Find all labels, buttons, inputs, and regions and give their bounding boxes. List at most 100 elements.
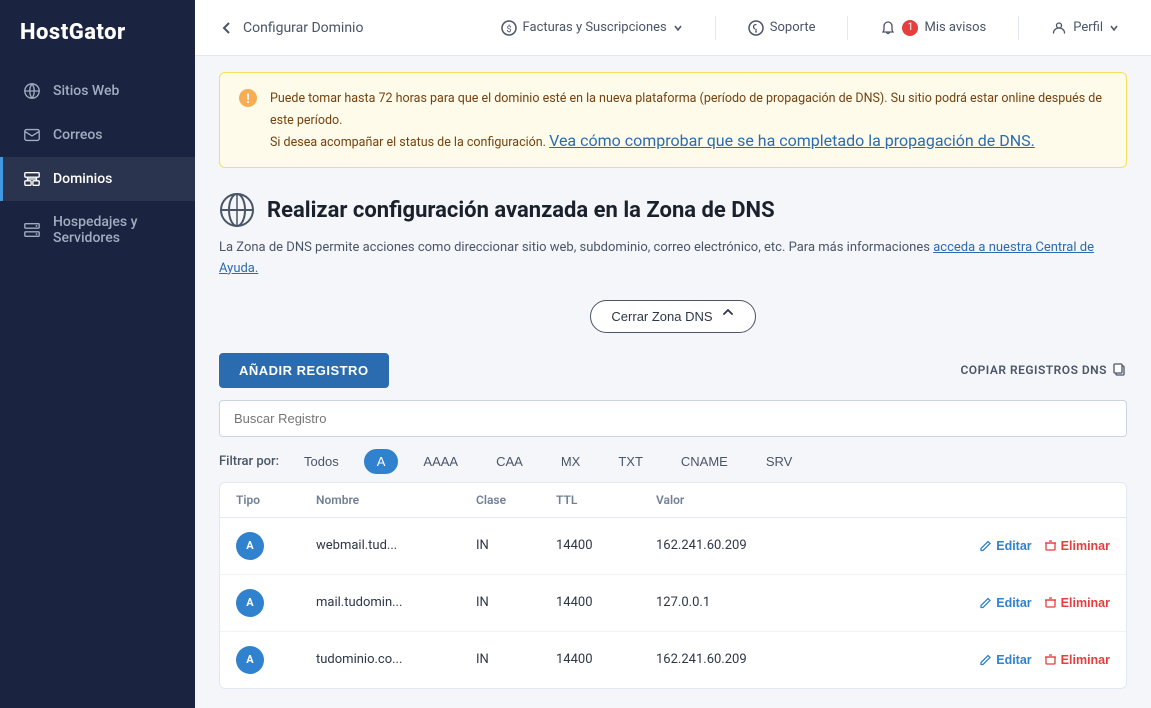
domain-icon	[23, 170, 41, 188]
globe-dns-icon	[219, 192, 255, 228]
filter-aaaa[interactable]: AAAA	[410, 449, 471, 474]
edit-button[interactable]: Editar	[979, 653, 1031, 667]
filter-row: Filtrar por: Todos A AAAA CAA MX TXT CNA…	[219, 449, 1127, 474]
sidebar-item-label: Sitios Web	[53, 83, 119, 99]
dns-table: Tipo Nombre Clase TTL Valor A webmail.tu…	[219, 482, 1127, 689]
filter-a[interactable]: A	[364, 449, 399, 474]
type-badge-a: A	[236, 589, 264, 617]
cell-ttl: 14400	[556, 595, 656, 610]
server-icon	[23, 221, 41, 239]
nav-avisos[interactable]: 1 Mis avisos	[872, 14, 994, 42]
add-record-button[interactable]: AÑADIR REGISTRO	[219, 353, 389, 388]
warning-content: Puede tomar hasta 72 horas para que el d…	[270, 87, 1108, 153]
dns-section-header: Realizar configuración avanzada en la Zo…	[219, 192, 1127, 228]
col-clase: Clase	[476, 493, 556, 507]
cell-value: 127.0.0.1	[656, 595, 990, 610]
table-row: A webmail.tud... IN 14400 162.241.60.209…	[220, 518, 1126, 575]
nav-soporte-label: Soporte	[770, 20, 816, 35]
cell-type: A	[236, 532, 316, 560]
delete-button[interactable]: Eliminar	[1044, 653, 1110, 667]
table-header: Tipo Nombre Clase TTL Valor	[220, 483, 1126, 518]
warning-text2: Si desea acompañar el status de la confi…	[270, 135, 549, 150]
nav-facturas-label: Facturas y Suscripciones	[523, 20, 667, 35]
sidebar-item-correos[interactable]: Correos	[0, 113, 195, 157]
warning-banner: ! Puede tomar hasta 72 horas para que el…	[219, 72, 1127, 168]
filter-caa[interactable]: CAA	[483, 449, 536, 474]
search-input[interactable]	[219, 400, 1127, 437]
sidebar-item-dominios[interactable]: Dominios	[0, 157, 195, 201]
svg-text:!: !	[246, 92, 250, 107]
delete-button[interactable]: Eliminar	[1044, 596, 1110, 610]
cell-name: tudominio.co...	[316, 652, 476, 667]
col-ttl: TTL	[556, 493, 656, 507]
sidebar-item-label: Hospedajes y Servidores	[53, 214, 175, 246]
dns-zone-desc: La Zona de DNS permite acciones como dir…	[219, 238, 1127, 280]
nav-avisos-label: Mis avisos	[924, 20, 986, 35]
filter-txt[interactable]: TXT	[605, 449, 656, 474]
cell-actions: Editar Eliminar	[990, 539, 1110, 553]
warning-icon: !	[238, 88, 258, 108]
cell-class: IN	[476, 595, 556, 610]
topbar-title: Configurar Dominio	[243, 20, 363, 36]
topbar-separator3	[1018, 16, 1019, 40]
svg-text:$: $	[506, 24, 511, 35]
topbar-nav: $ Facturas y Suscripciones Soporte 1 Mis…	[493, 14, 1127, 42]
dns-zone-section: Realizar configuración avanzada en la Zo…	[195, 184, 1151, 705]
type-badge-a: A	[236, 532, 264, 560]
filter-srv[interactable]: SRV	[753, 449, 806, 474]
cell-class: IN	[476, 652, 556, 667]
content-area: ! Puede tomar hasta 72 horas para que el…	[195, 56, 1151, 708]
cell-type: A	[236, 646, 316, 674]
col-valor: Valor	[656, 493, 990, 507]
topbar-separator2	[847, 16, 848, 40]
table-row: A mail.tudomin... IN 14400 127.0.0.1 Edi…	[220, 575, 1126, 632]
cell-actions: Editar Eliminar	[990, 596, 1110, 610]
main-area: Configurar Dominio $ Facturas y Suscripc…	[195, 0, 1151, 708]
edit-button[interactable]: Editar	[979, 539, 1031, 553]
brand-logo: HostGator	[0, 0, 195, 69]
nav-perfil-label: Perfil	[1073, 20, 1103, 35]
filter-label: Filtrar por:	[219, 454, 279, 469]
filter-mx[interactable]: MX	[548, 449, 594, 474]
sidebar-item-label: Dominios	[53, 171, 112, 187]
cell-type: A	[236, 589, 316, 617]
cell-name: webmail.tud...	[316, 538, 476, 553]
globe-icon	[23, 82, 41, 100]
cell-value: 162.241.60.209	[656, 538, 990, 553]
topbar-separator	[715, 16, 716, 40]
nav-perfil[interactable]: Perfil	[1043, 14, 1127, 42]
avisos-badge: 1	[902, 20, 918, 36]
col-tipo: Tipo	[236, 493, 316, 507]
warning-link[interactable]: Vea cómo comprobar que se ha completado …	[549, 131, 1035, 150]
table-row: A tudominio.co... IN 14400 162.241.60.20…	[220, 632, 1126, 688]
delete-button[interactable]: Eliminar	[1044, 539, 1110, 553]
dns-zone-title: Realizar configuración avanzada en la Zo…	[267, 198, 775, 223]
cell-class: IN	[476, 538, 556, 553]
col-actions	[990, 493, 1110, 507]
copy-dns-button[interactable]: COPIAR REGISTROS DNS	[960, 363, 1127, 377]
filter-cname[interactable]: CNAME	[668, 449, 741, 474]
close-dns-button[interactable]: Cerrar Zona DNS	[590, 300, 755, 333]
sidebar-nav: Sitios Web Correos Dominios Hospedajes y…	[0, 69, 195, 259]
dns-controls: AÑADIR REGISTRO COPIAR REGISTROS DNS	[219, 353, 1127, 388]
cell-name: mail.tudomin...	[316, 595, 476, 610]
sidebar: HostGator Sitios Web Correos Dominios Ho…	[0, 0, 195, 708]
cell-ttl: 14400	[556, 538, 656, 553]
sidebar-item-label: Correos	[53, 127, 103, 143]
topbar: Configurar Dominio $ Facturas y Suscripc…	[195, 0, 1151, 56]
type-badge-a: A	[236, 646, 264, 674]
search-container	[219, 400, 1127, 437]
cell-ttl: 14400	[556, 652, 656, 667]
edit-button[interactable]: Editar	[979, 596, 1031, 610]
mail-icon	[23, 126, 41, 144]
cell-actions: Editar Eliminar	[990, 653, 1110, 667]
sidebar-item-sitios-web[interactable]: Sitios Web	[0, 69, 195, 113]
warning-text: Puede tomar hasta 72 horas para que el d…	[270, 91, 1102, 128]
nav-facturas[interactable]: $ Facturas y Suscripciones	[493, 14, 691, 42]
col-nombre: Nombre	[316, 493, 476, 507]
sidebar-item-hospedajes[interactable]: Hospedajes y Servidores	[0, 201, 195, 259]
filter-todos[interactable]: Todos	[291, 449, 352, 474]
back-button[interactable]: Configurar Dominio	[219, 20, 363, 36]
nav-soporte[interactable]: Soporte	[740, 14, 824, 42]
cell-value: 162.241.60.209	[656, 652, 990, 667]
